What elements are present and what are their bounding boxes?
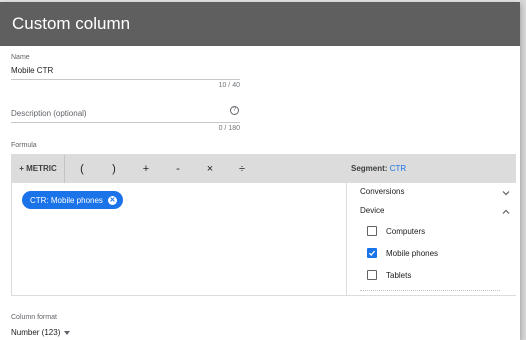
chevron-down-icon[interactable] [501,188,511,198]
formula-toolbar: + METRIC ( ) + - × ÷ Segment: CTR [12,155,515,183]
segment-scroll-fade [360,290,500,295]
segment-value: CTR [389,164,407,173]
dropdown-arrow-icon [64,330,71,335]
metric-chip-label: CTR: Mobile phones [30,195,103,205]
metric-chip[interactable]: CTR: Mobile phones ✕ [22,191,123,209]
description-underline [11,122,240,123]
open-paren-button[interactable]: ( [66,163,98,175]
chevron-up-icon[interactable] [501,207,511,217]
name-counter: 10 / 40 [218,82,240,89]
segment-group-device[interactable]: Device [360,206,384,215]
column-format-value: Number (123) [11,328,61,337]
option-mobile-phones[interactable]: Mobile phones [367,248,438,258]
help-icon[interactable]: ? [230,106,239,115]
option-computers-label: Computers [386,226,426,236]
close-paren-button[interactable]: ) [98,163,130,175]
checkmark-icon [368,250,376,256]
formula-editor[interactable]: + METRIC ( ) + - × ÷ Segment: CTR CTR: M… [11,154,516,296]
option-computers[interactable]: Computers [367,226,425,236]
checkbox-tablets[interactable] [367,270,377,280]
dialog-header: Custom column [0,2,520,46]
minus-button[interactable]: - [162,163,194,175]
name-underline [11,79,240,80]
name-label: Name [11,54,30,61]
checkbox-mobile-phones[interactable] [367,248,377,258]
background-edge [520,0,526,340]
column-format-select[interactable]: Number (123) [11,328,71,337]
segment-label: Segment: [351,164,388,173]
segment-indicator: Segment: CTR [351,155,406,183]
option-mobile-phones-label: Mobile phones [386,248,439,258]
option-tablets-label: Tablets [386,270,412,280]
description-counter: 0 / 180 [218,125,240,132]
add-metric-button[interactable]: + METRIC [12,155,65,183]
divide-button[interactable]: ÷ [226,163,258,175]
segment-panel: Conversions Device Computers Mobile phon… [346,183,516,295]
segment-group-conversions[interactable]: Conversions [360,187,404,196]
checkbox-computers[interactable] [367,226,377,236]
column-format-label: Column format [11,314,57,321]
formula-label: Formula [11,142,37,149]
multiply-button[interactable]: × [194,163,226,175]
remove-chip-icon[interactable]: ✕ [107,195,117,205]
plus-button[interactable]: + [130,163,162,175]
option-tablets[interactable]: Tablets [367,270,411,280]
dialog-title: Custom column [12,14,131,33]
description-input[interactable]: Description (optional) [11,109,87,118]
name-input[interactable]: Mobile CTR [11,66,53,75]
custom-column-dialog: Custom column Name Mobile CTR 10 / 40 De… [0,2,520,340]
